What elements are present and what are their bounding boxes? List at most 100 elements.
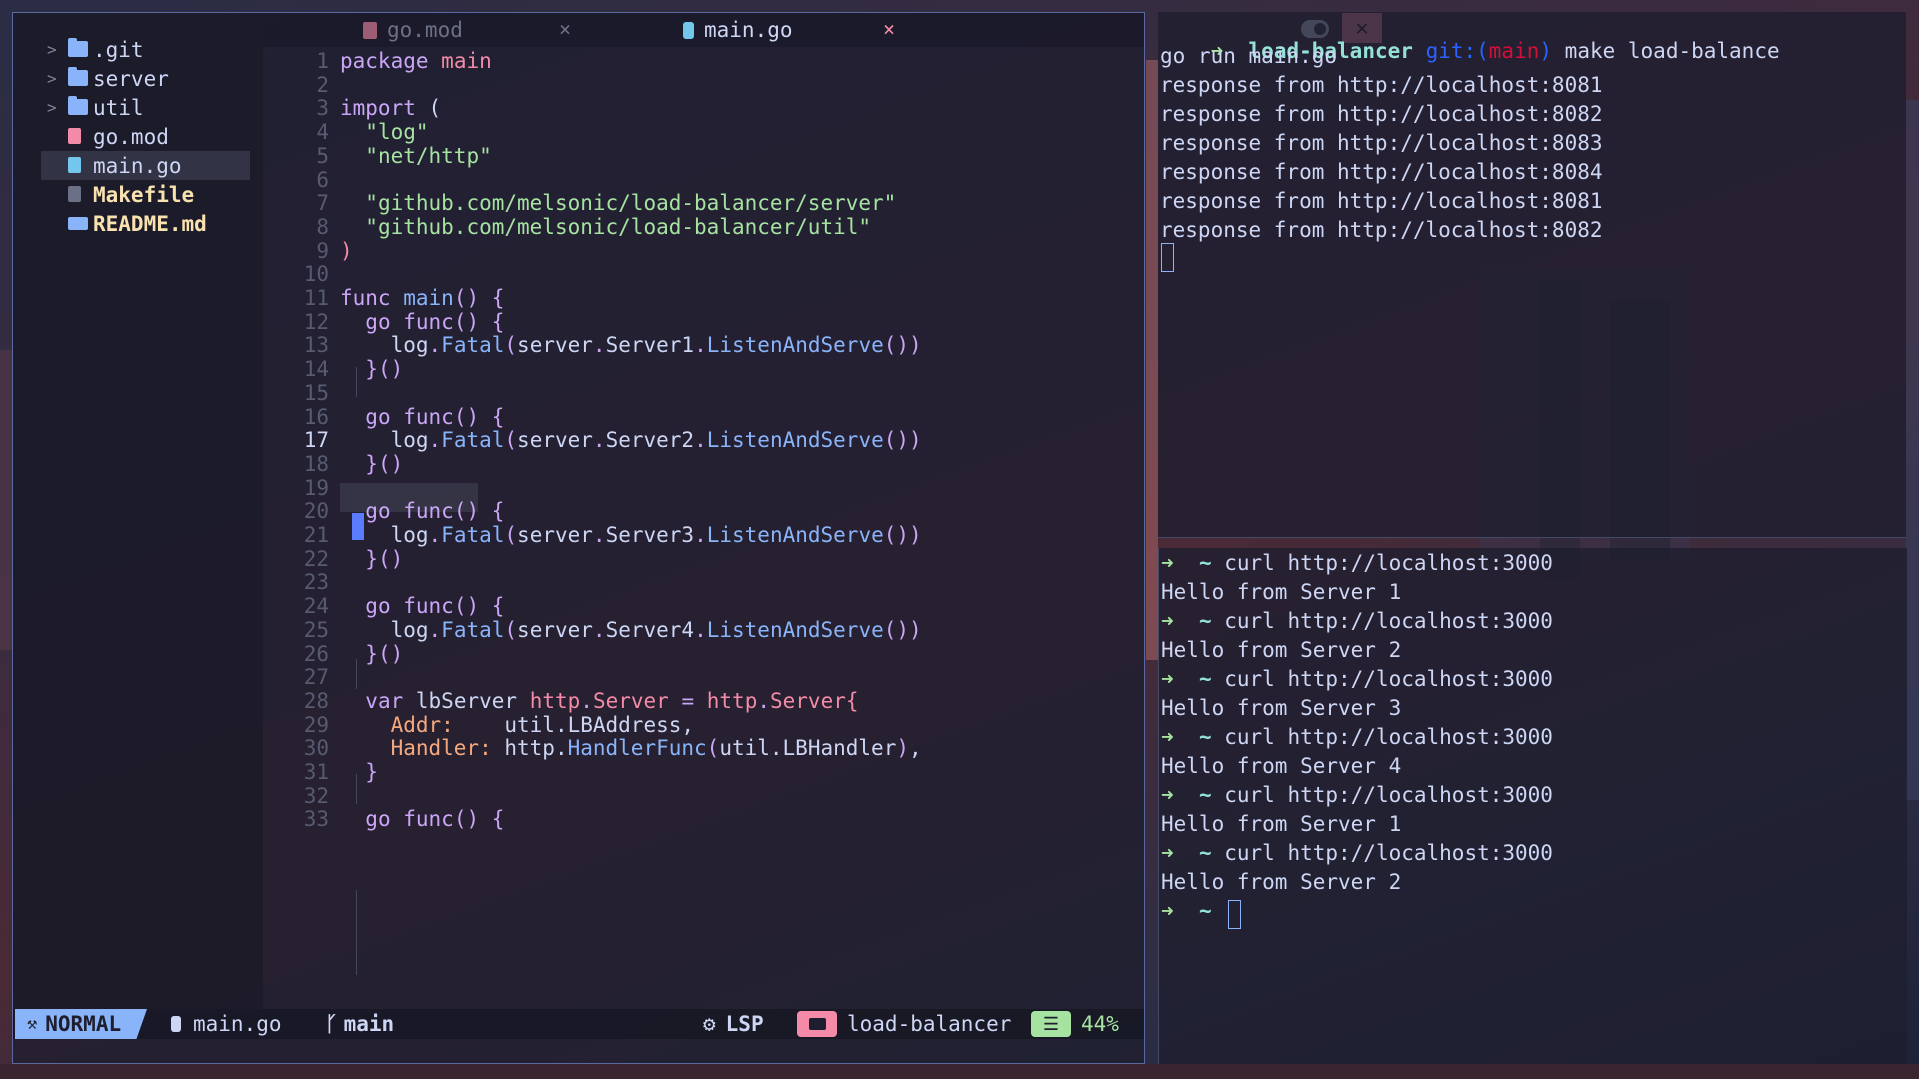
output-line: response from http://localhost:8082 bbox=[1160, 218, 1603, 242]
code-line: go func() { bbox=[365, 309, 505, 334]
terminal-top[interactable]: ➜ load-balancer git:(main) make load-bal… bbox=[1158, 12, 1906, 538]
mode-indicator: ⚒ NORMAL bbox=[15, 1009, 147, 1039]
code-line: Addr: util.LBAddress, bbox=[390, 712, 695, 737]
line-number: 30 bbox=[303, 736, 329, 761]
output-line: response from http://localhost:8082 bbox=[1160, 102, 1603, 126]
line-number: 31 bbox=[303, 760, 329, 784]
output-line: Hello from Server 3 bbox=[1161, 696, 1402, 720]
terminal-bottom[interactable]: ➜ ~ curl http://localhost:3000 Hello from… bbox=[1158, 548, 1907, 1064]
chevron-right-icon: > bbox=[47, 98, 57, 117]
prompt-line: ➜ ~ curl http://localhost:3000 bbox=[1161, 551, 1553, 575]
code-line: "github.com/melsonic/load-balancer/util" bbox=[365, 214, 872, 239]
code-line: }() bbox=[365, 641, 404, 666]
line-number: 10 bbox=[303, 262, 329, 287]
tree-item-git[interactable]: > .git bbox=[13, 35, 250, 64]
code-line: import ( bbox=[340, 96, 442, 121]
output-line: response from http://localhost:8081 bbox=[1160, 189, 1603, 213]
line-number: 33 bbox=[303, 807, 329, 832]
line-number: 13 bbox=[303, 333, 329, 358]
gear-icon: ⚙ bbox=[703, 1012, 716, 1036]
code-line: go func() { bbox=[365, 594, 505, 619]
code-line: Handler: http.HandlerFunc(util.LBHandler… bbox=[390, 736, 922, 761]
prompt-line: ➜ ~ curl http://localhost:3000 bbox=[1161, 841, 1553, 865]
line-number: 9 bbox=[316, 238, 329, 263]
prompt-arrow-icon: ➜ bbox=[1161, 841, 1174, 865]
line-number: 14 bbox=[303, 357, 329, 382]
line-number: 12 bbox=[303, 309, 329, 334]
tree-item-makefile[interactable]: Makefile bbox=[13, 180, 250, 209]
git-branch-icon: ᚴ bbox=[325, 1012, 338, 1036]
code-line: go func() { bbox=[365, 807, 505, 832]
prompt-line: ➜ ~ bbox=[1161, 899, 1224, 923]
output-line: Hello from Server 2 bbox=[1161, 870, 1402, 894]
terminal-cursor bbox=[1228, 900, 1241, 929]
folder-icon bbox=[68, 96, 88, 115]
line-number: 18 bbox=[303, 451, 329, 476]
indent-guide bbox=[356, 890, 357, 975]
prompt-arrow-icon: ➜ bbox=[1161, 667, 1174, 691]
prompt-command: curl http://localhost:3000 bbox=[1224, 841, 1553, 865]
prompt-line: ➜ ~ curl http://localhost:3000 bbox=[1161, 783, 1553, 807]
tree-item-label: server bbox=[93, 66, 169, 91]
chevron-right-icon: > bbox=[47, 69, 57, 88]
chevron-right-icon: > bbox=[47, 40, 57, 59]
prompt-home: ~ bbox=[1173, 783, 1225, 807]
folder-icon bbox=[68, 38, 88, 57]
tree-item-label: util bbox=[93, 95, 144, 120]
prompt-command: curl http://localhost:3000 bbox=[1224, 609, 1553, 633]
tab-main-go[interactable]: main.go bbox=[683, 13, 793, 47]
tree-item-maingo[interactable]: main.go bbox=[41, 151, 250, 180]
code-line: "net/http" bbox=[365, 143, 492, 168]
prompt-line: ➜ ~ curl http://localhost:3000 bbox=[1161, 609, 1553, 633]
output-line: Hello from Server 1 bbox=[1161, 580, 1402, 604]
line-number: 25 bbox=[303, 617, 329, 642]
prompt-arrow-icon: ➜ bbox=[1161, 551, 1174, 575]
file-icon bbox=[68, 128, 81, 144]
line-number: 3 bbox=[316, 96, 329, 121]
code-line: go func() { bbox=[365, 404, 505, 429]
line-number: 21 bbox=[303, 523, 329, 547]
line-number: 27 bbox=[303, 665, 329, 690]
code-area[interactable]: 1 package main 2 3 import (4 "log" 5 "net/htt… bbox=[263, 47, 1144, 1009]
code-line: }() bbox=[365, 357, 404, 382]
line-number: 22 bbox=[303, 546, 329, 571]
status-lsp-label: LSP bbox=[725, 1012, 764, 1036]
prompt-line: ➜ ~ curl http://localhost:3000 bbox=[1161, 667, 1553, 691]
line-number: 20 bbox=[303, 499, 329, 524]
tab-go-mod[interactable]: go.mod bbox=[363, 13, 463, 47]
status-line: ⚒ NORMAL main.go ᚴ main ⚙ LSP load-balan… bbox=[13, 1009, 1144, 1039]
line-number: 26 bbox=[303, 641, 329, 666]
folder-icon bbox=[68, 67, 88, 86]
vim-icon: ⚒ bbox=[27, 1014, 38, 1034]
code-line: "github.com/melsonic/load-balancer/serve… bbox=[365, 191, 897, 216]
mode-label: NORMAL bbox=[45, 1012, 122, 1036]
tree-item-gomod[interactable]: go.mod bbox=[13, 122, 250, 151]
terminal-cursor bbox=[1161, 243, 1174, 272]
line-number: 32 bbox=[303, 783, 329, 808]
code-line: var lbServer http.Server = http.Server{ bbox=[365, 688, 859, 713]
prompt-command: make load-balance bbox=[1564, 39, 1780, 63]
prompt-line: ➜ ~ curl http://localhost:3000 bbox=[1161, 725, 1553, 749]
tree-item-util[interactable]: > util bbox=[13, 93, 250, 122]
code-line: log.Fatal(server.Server2.ListenAndServe(… bbox=[390, 428, 922, 453]
tab-close-icon[interactable]: × bbox=[559, 17, 571, 41]
prompt-command: curl http://localhost:3000 bbox=[1224, 725, 1553, 749]
prompt-home: ~ bbox=[1173, 609, 1225, 633]
tab-close-icon[interactable]: × bbox=[883, 17, 895, 41]
line-number: 28 bbox=[303, 688, 329, 713]
lines-icon: ☰ bbox=[1031, 1011, 1071, 1037]
tree-item-label: main.go bbox=[93, 153, 182, 178]
code-line: }() bbox=[365, 546, 404, 571]
tree-item-readmemd[interactable]: README.md bbox=[13, 209, 250, 238]
tree-item-server[interactable]: > server bbox=[13, 64, 250, 93]
line-number: 23 bbox=[303, 570, 329, 595]
file-icon bbox=[68, 217, 88, 230]
prompt-command: curl http://localhost:3000 bbox=[1224, 551, 1553, 575]
line-number: 15 bbox=[303, 380, 329, 405]
tab-label: main.go bbox=[704, 18, 793, 42]
code-line: go func() { bbox=[365, 499, 505, 524]
prompt-command: curl http://localhost:3000 bbox=[1224, 783, 1553, 807]
code-line: log.Fatal(server.Server3.ListenAndServe(… bbox=[390, 523, 922, 547]
tree-item-label: Makefile bbox=[93, 182, 195, 207]
output-line: Hello from Server 2 bbox=[1161, 638, 1402, 662]
